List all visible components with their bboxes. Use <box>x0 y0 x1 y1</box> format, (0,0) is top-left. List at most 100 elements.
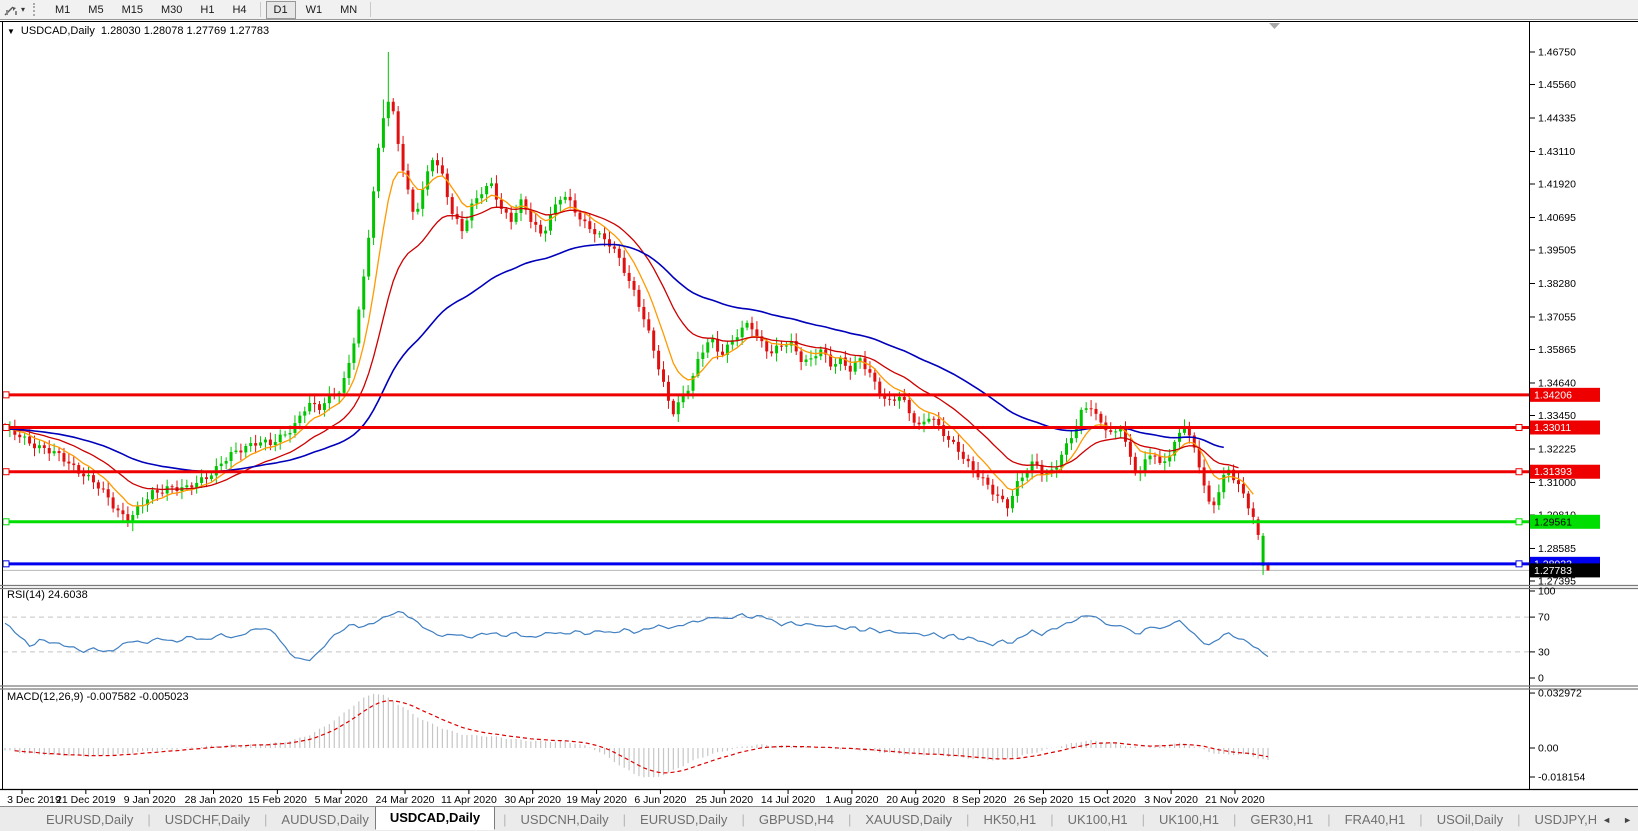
toolbar-grip[interactable] <box>33 3 38 16</box>
svg-text:8 Sep 2020: 8 Sep 2020 <box>953 794 1007 806</box>
timeframe-button-m15[interactable]: M15 <box>114 1 151 19</box>
tabs-scroll-left-icon[interactable]: ◄ <box>1602 815 1611 825</box>
svg-text:1.31000: 1.31000 <box>1538 477 1576 489</box>
svg-text:26 Sep 2020: 26 Sep 2020 <box>1014 794 1074 806</box>
svg-text:0: 0 <box>1538 673 1544 685</box>
tab-separator: | <box>1042 812 1061 827</box>
svg-text:3 Nov 2020: 3 Nov 2020 <box>1144 794 1198 806</box>
chart-tab-eurusd-daily[interactable]: EURUSD,Daily <box>634 809 733 830</box>
chart-tab-eurusd-daily[interactable]: EURUSD,Daily <box>40 809 139 830</box>
svg-text:3 Dec 2019: 3 Dec 2019 <box>7 794 61 806</box>
chart-tab-usoil-daily[interactable]: USOil,Daily <box>1431 809 1509 830</box>
chart-tab-uk100-h1[interactable]: UK100,H1 <box>1062 809 1134 830</box>
svg-text:15 Oct 2020: 15 Oct 2020 <box>1079 794 1136 806</box>
chart-shift-marker-icon <box>1269 23 1280 29</box>
time-axis[interactable]: 3 Dec 201921 Dec 2019 9 Jan 2020 28 Jan 20… <box>0 790 1638 806</box>
timeframe-button-h1[interactable]: H1 <box>192 1 222 19</box>
svg-text:1.33450: 1.33450 <box>1538 410 1576 422</box>
timeframe-button-m5[interactable]: M5 <box>80 1 111 19</box>
tab-separator: | <box>1134 812 1153 827</box>
svg-text:1.40695: 1.40695 <box>1538 212 1576 224</box>
timeframe-button-m1[interactable]: M1 <box>47 1 78 19</box>
timeframe-button-h4[interactable]: H4 <box>224 1 254 19</box>
svg-text:70: 70 <box>1538 612 1550 624</box>
svg-text:5 Mar 2020: 5 Mar 2020 <box>315 794 368 806</box>
tab-separator: | <box>840 812 859 827</box>
svg-text:1.32225: 1.32225 <box>1538 443 1576 455</box>
horizontal-level-lines[interactable] <box>3 392 1529 567</box>
chart-tab-usdcad-daily[interactable]: USDCAD,Daily <box>375 807 495 831</box>
svg-text:21 Nov 2020: 21 Nov 2020 <box>1205 794 1265 806</box>
tab-separator: | <box>1509 812 1528 827</box>
macd-axis[interactable]: 0.0329720.00-0.018154 <box>1530 688 1586 784</box>
macd-signal-line <box>15 701 1268 773</box>
ma-mid-line <box>10 207 1239 489</box>
chart-tab-audusd-daily[interactable]: AUDUSD,Daily <box>275 809 374 830</box>
tab-separator: | <box>1319 812 1338 827</box>
timeframe-button-d1[interactable]: D1 <box>266 1 296 19</box>
svg-text:1.34640: 1.34640 <box>1538 377 1576 389</box>
svg-text:0.032972: 0.032972 <box>1538 688 1582 700</box>
ma-slow-line <box>10 244 1224 471</box>
svg-text:14 Jul 2020: 14 Jul 2020 <box>761 794 815 806</box>
rsi-axis[interactable]: 100 70 30 0 <box>1530 586 1556 685</box>
svg-text:1.27783: 1.27783 <box>1534 565 1572 577</box>
price-axis[interactable]: 1.467501.455601.443351.431101.419201.406… <box>1530 22 1638 587</box>
tab-separator: | <box>139 812 158 827</box>
timeframe-toolbar: ▾ M1M5M15M30H1H4 D1W1MN <box>0 0 1638 20</box>
toolbar-separator <box>370 2 371 17</box>
chart-tab-usdchf-daily[interactable]: USDCHF,Daily <box>159 809 256 830</box>
tab-separator: | <box>1411 812 1430 827</box>
chart-tab-xauusd-daily[interactable]: XAUUSD,Daily <box>859 809 958 830</box>
chart-tab-bar: EURUSD,Daily|USDCHF,Daily|AUDUSD,DailyUS… <box>0 806 1638 831</box>
candlestick-series <box>4 52 1270 575</box>
svg-text:1.34206: 1.34206 <box>1534 389 1572 401</box>
tab-separator: | <box>615 812 634 827</box>
rsi-line <box>5 612 1268 661</box>
svg-text:1.39505: 1.39505 <box>1538 245 1576 257</box>
tab-separator: | <box>256 812 275 827</box>
svg-text:24 Mar 2020: 24 Mar 2020 <box>376 794 435 806</box>
svg-text:1.29561: 1.29561 <box>1534 516 1572 528</box>
chart-title-collapse-icon[interactable]: ▼ <box>7 27 15 36</box>
rsi-pane <box>3 612 1529 661</box>
tab-separator: | <box>1225 812 1244 827</box>
svg-text:6 Jun 2020: 6 Jun 2020 <box>634 794 686 806</box>
svg-text:1.33011: 1.33011 <box>1534 422 1571 434</box>
chart-tab-gbpusd-h4[interactable]: GBPUSD,H4 <box>753 809 840 830</box>
svg-text:1.31393: 1.31393 <box>1534 466 1572 478</box>
svg-text:1.41920: 1.41920 <box>1538 179 1576 191</box>
tool-dropdown-caret-icon[interactable]: ▾ <box>21 5 25 14</box>
chart-cursor-icon[interactable] <box>2 2 20 18</box>
tabs-scroll-right-icon[interactable]: ► <box>1623 815 1632 825</box>
svg-text:15 Feb 2020: 15 Feb 2020 <box>248 794 307 806</box>
svg-text:100: 100 <box>1538 586 1556 598</box>
timeframe-button-w1[interactable]: W1 <box>298 1 331 19</box>
svg-text:1 Aug 2020: 1 Aug 2020 <box>825 794 878 806</box>
timeframe-button-mn[interactable]: MN <box>332 1 365 19</box>
svg-text:1.45560: 1.45560 <box>1538 79 1576 91</box>
tab-separator: | <box>733 812 752 827</box>
chart-tab-hk50-h1[interactable]: HK50,H1 <box>977 809 1042 830</box>
chart-canvas[interactable]: 1.467501.455601.443351.431101.419201.406… <box>0 20 1638 806</box>
svg-text:30 Apr 2020: 30 Apr 2020 <box>504 794 561 806</box>
svg-text:1.28585: 1.28585 <box>1538 543 1576 555</box>
svg-text:9 Jan 2020: 9 Jan 2020 <box>124 794 176 806</box>
svg-text:20 Aug 2020: 20 Aug 2020 <box>886 794 945 806</box>
svg-text:1.43110: 1.43110 <box>1538 146 1575 158</box>
svg-text:28 Jan 2020: 28 Jan 2020 <box>185 794 243 806</box>
macd-pane <box>5 694 1268 777</box>
svg-text:21 Dec 2019: 21 Dec 2019 <box>56 794 116 806</box>
svg-text:1.38280: 1.38280 <box>1538 278 1576 290</box>
svg-text:30: 30 <box>1538 646 1550 658</box>
svg-text:11 Apr 2020: 11 Apr 2020 <box>441 794 497 806</box>
timeframe-button-m30[interactable]: M30 <box>153 1 190 19</box>
chart-tab-usdcnh-daily[interactable]: USDCNH,Daily <box>515 809 615 830</box>
toolbar-separator <box>260 2 261 17</box>
tab-separator: | <box>495 812 514 827</box>
chart-tab-ger30-h1[interactable]: GER30,H1 <box>1244 809 1319 830</box>
chart-tab-uk100-h1[interactable]: UK100,H1 <box>1153 809 1225 830</box>
svg-text:1.37055: 1.37055 <box>1538 311 1576 323</box>
chart-tab-fra40-h1[interactable]: FRA40,H1 <box>1339 809 1412 830</box>
svg-text:-0.018154: -0.018154 <box>1538 772 1585 784</box>
